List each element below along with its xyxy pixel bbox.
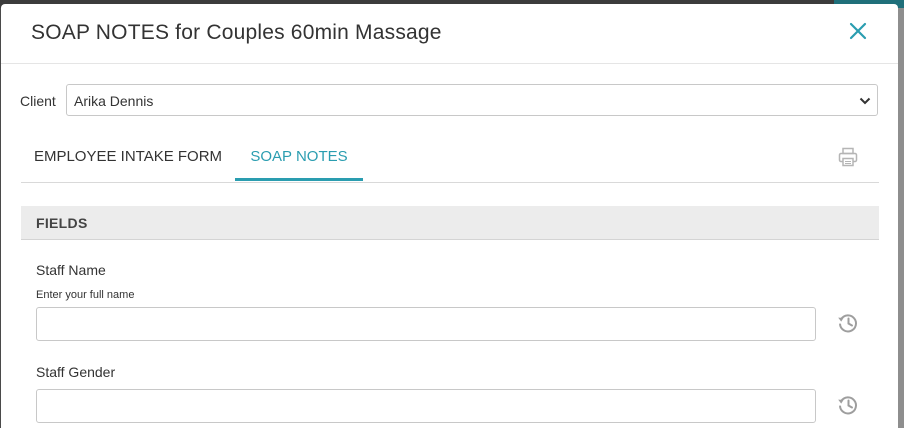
printer-icon[interactable]: [837, 146, 859, 168]
client-label: Client: [20, 93, 56, 109]
staff-name-hint: Enter your full name: [36, 289, 135, 301]
history-icon[interactable]: [836, 311, 860, 335]
client-selected-value: Arika Dennis: [74, 93, 154, 109]
staff-gender-input[interactable]: [36, 389, 816, 423]
tab-soap-notes[interactable]: SOAP NOTES: [235, 136, 363, 181]
staff-gender-label: Staff Gender: [36, 364, 116, 380]
soap-notes-modal: SOAP NOTES for Couples 60min Massage Cli…: [1, 4, 898, 428]
close-icon[interactable]: [847, 20, 869, 42]
chevron-down-icon: [859, 97, 871, 105]
modal-title: SOAP NOTES for Couples 60min Massage: [31, 21, 442, 44]
client-row: Client Arika Dennis: [20, 84, 880, 118]
background-scroll-area: [898, 8, 904, 428]
fields-section-header: FIELDS: [21, 206, 879, 240]
modal-header: SOAP NOTES for Couples 60min Massage: [1, 4, 898, 64]
history-icon[interactable]: [836, 393, 860, 417]
client-select[interactable]: Arika Dennis: [66, 84, 878, 116]
fields-section-title: FIELDS: [36, 215, 88, 231]
tab-employee-intake-form[interactable]: EMPLOYEE INTAKE FORM: [21, 136, 235, 181]
form-tabs: EMPLOYEE INTAKE FORM SOAP NOTES: [21, 136, 879, 183]
staff-name-input[interactable]: [36, 307, 816, 341]
staff-name-label: Staff Name: [36, 262, 106, 278]
